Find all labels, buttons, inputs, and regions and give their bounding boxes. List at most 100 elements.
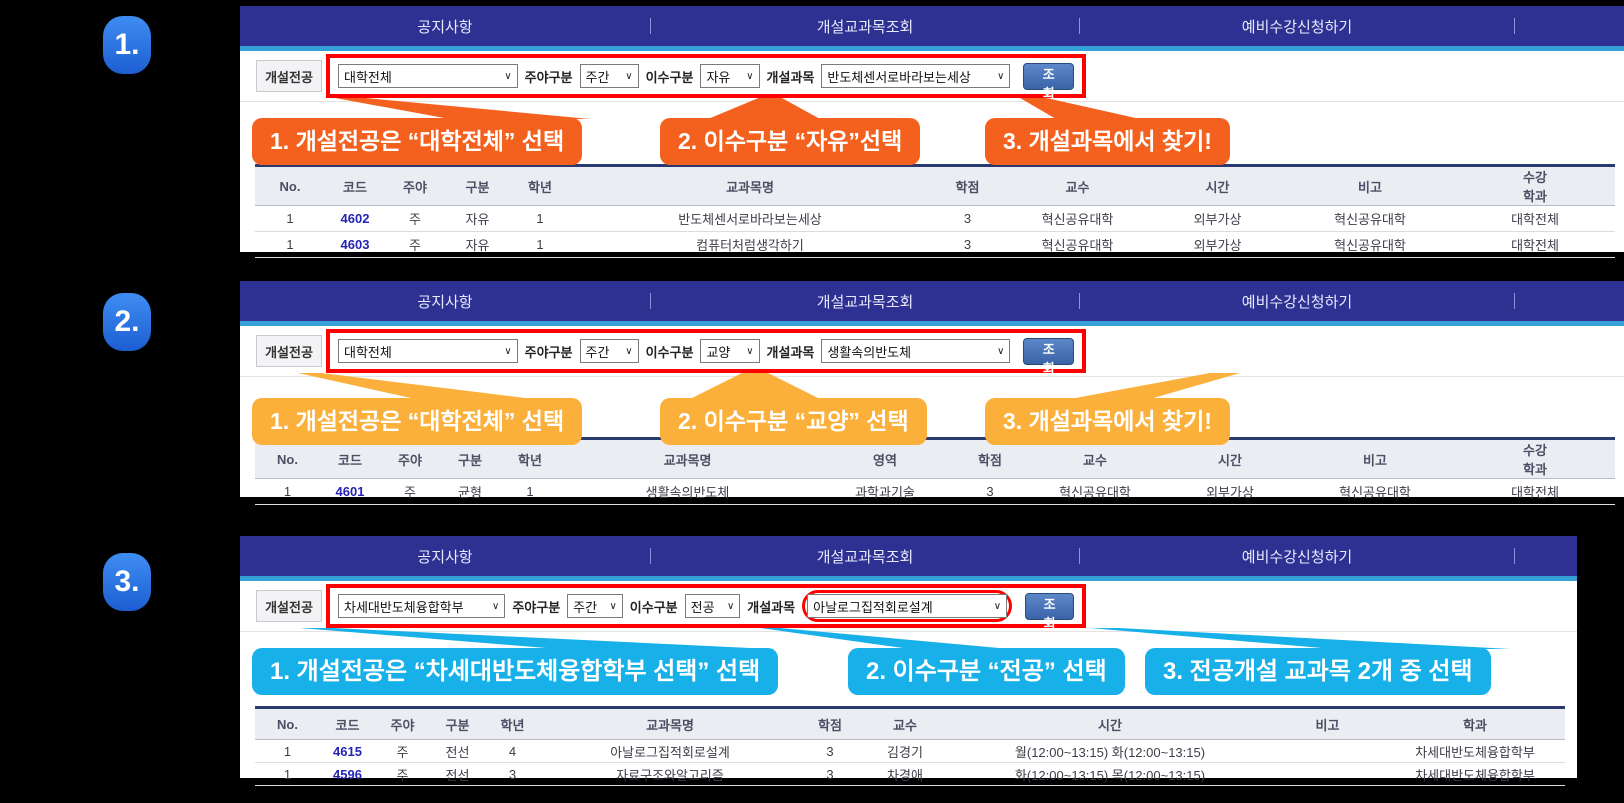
table-cell: 과학과기술 — [815, 479, 955, 505]
table-cell: 혁신공유대학 — [1005, 232, 1150, 258]
nav-separator — [1514, 548, 1515, 564]
major-select[interactable]: 차세대반도체융합학부 ∨ — [338, 594, 505, 618]
table-cell: 균형 — [440, 479, 500, 505]
subject-label: 개설과목 — [747, 597, 795, 616]
daynight-label: 주야구분 — [525, 342, 573, 361]
column-header: 비고 — [1285, 166, 1455, 206]
course-type-label: 이수구분 — [630, 597, 678, 616]
daynight-select[interactable]: 주간 ∨ — [567, 594, 623, 618]
table-cell: 혁신공유대학 — [1025, 479, 1165, 505]
table-cell: 3 — [800, 740, 860, 763]
search-button[interactable]: 조회 — [1023, 338, 1074, 365]
daynight-select[interactable]: 주간 ∨ — [580, 64, 639, 88]
course-code-link[interactable]: 4596 — [320, 763, 375, 786]
nav-item-notice[interactable]: 공지사항 — [240, 16, 650, 37]
table-cell: 혁신공유대학 — [1285, 206, 1455, 232]
table-cell: 주 — [385, 232, 445, 258]
table-cell: 대학전체 — [1455, 479, 1615, 505]
chevron-down-icon: ∨ — [609, 601, 616, 612]
column-header: No. — [255, 708, 320, 740]
nav-item-notice[interactable]: 공지사항 — [240, 546, 650, 567]
filter-row: 개설전공 차세대반도체융합학부 ∨ 주야구분 주간 ∨ 이수구분 전공 ∨ 개설… — [240, 581, 1577, 632]
table-row: 14601주균형1생활속의반도체과학과기술3혁신공유대학외부가상혁신공유대학대학… — [255, 479, 1615, 505]
subject-label: 개설과목 — [767, 67, 815, 86]
nav-item-course-search[interactable]: 개설교과목조회 — [651, 546, 1079, 567]
course-code-link[interactable]: 4615 — [320, 740, 375, 763]
table-cell: 1 — [510, 206, 570, 232]
filter-row: 개설전공 대학전체 ∨ 주야구분 주간 ∨ 이수구분 교양 ∨ 개설과목 생활속… — [240, 326, 1624, 377]
table-cell: 1 — [255, 763, 320, 786]
table-cell: 주 — [375, 763, 430, 786]
column-header: 코드 — [325, 166, 385, 206]
table-cell: 차세대반도체융합학부 — [1385, 763, 1565, 786]
daynight-select-value: 주간 — [586, 342, 610, 361]
course-type-select[interactable]: 자유 ∨ — [700, 64, 759, 88]
major-label: 개설전공 — [256, 335, 322, 367]
table-cell: 김경기 — [860, 740, 950, 763]
top-nav: 공지사항 개설교과목조회 예비수강신청하기 — [240, 6, 1624, 46]
callout-step-3: 3. 개설과목에서 찾기! — [985, 398, 1230, 445]
daynight-label: 주야구분 — [512, 597, 560, 616]
subject-select-value: 아날로그집적회로설계 — [813, 597, 933, 616]
table-cell: 1 — [255, 232, 325, 258]
table-cell: 대학전체 — [1455, 232, 1615, 258]
chevron-down-icon: ∨ — [625, 346, 632, 357]
table-cell: 월(12:00~13:15) 화(12:00~13:15) — [950, 740, 1270, 763]
table-row: 14603주자유1컴퓨터처럼생각하기3혁신공유대학외부가상혁신공유대학대학전체 — [255, 232, 1615, 258]
major-label: 개설전공 — [256, 60, 322, 92]
daynight-select[interactable]: 주간 ∨ — [580, 339, 639, 363]
callout-step-1: 1. 개설전공은 “차세대반도체융합학부 선택” 선택 — [252, 648, 778, 695]
major-select[interactable]: 대학전체 ∨ — [338, 64, 518, 88]
table-cell: 외부가상 — [1150, 206, 1285, 232]
major-select-value: 대학전체 — [344, 67, 392, 86]
column-header: 비고 — [1295, 439, 1455, 479]
nav-item-notice[interactable]: 공지사항 — [240, 291, 650, 312]
nav-item-pre-registration[interactable]: 예비수강신청하기 — [1080, 546, 1514, 567]
course-code-link[interactable]: 4602 — [325, 206, 385, 232]
nav-item-course-search[interactable]: 개설교과목조회 — [651, 16, 1079, 37]
search-button[interactable]: 조회 — [1025, 593, 1074, 620]
course-code-link[interactable]: 4601 — [320, 479, 380, 505]
table-cell: 3 — [955, 479, 1025, 505]
daynight-select-value: 주간 — [573, 597, 597, 616]
course-type-select[interactable]: 전공 ∨ — [685, 594, 741, 618]
nav-item-course-search[interactable]: 개설교과목조회 — [651, 291, 1079, 312]
search-button[interactable]: 조회 — [1023, 63, 1074, 90]
table-cell: 1 — [255, 740, 320, 763]
table-cell: 대학전체 — [1455, 206, 1615, 232]
nav-separator — [1514, 18, 1515, 34]
subject-select[interactable]: 생활속의반도체 ∨ — [821, 339, 1010, 363]
table-cell: 반도체센서로바라보는세상 — [570, 206, 930, 232]
course-search-panel-1: 공지사항 개설교과목조회 예비수강신청하기 개설전공 대학전체 ∨ 주야구분 주… — [240, 6, 1624, 252]
column-header: 수강 학과 — [1455, 439, 1615, 479]
table-cell: 3 — [800, 763, 860, 786]
table-cell: 혁신공유대학 — [1295, 479, 1455, 505]
callout-step-2: 2. 이수구분 “전공” 선택 — [848, 648, 1125, 695]
table-cell: 3 — [930, 232, 1005, 258]
column-header: 수강 학과 — [1455, 166, 1615, 206]
major-select-value: 차세대반도체융합학부 — [344, 597, 464, 616]
daynight-label: 주야구분 — [525, 67, 573, 86]
table-cell: 컴퓨터처럼생각하기 — [570, 232, 930, 258]
table-cell: 혁신공유대학 — [1005, 206, 1150, 232]
table-cell: 외부가상 — [1150, 232, 1285, 258]
subject-select[interactable]: 반도체센서로바라보는세상 ∨ — [821, 64, 1010, 88]
subject-select[interactable]: 아날로그집적회로설계 ∨ — [807, 594, 1007, 618]
course-code-link[interactable]: 4603 — [325, 232, 385, 258]
table-cell: 1 — [255, 479, 320, 505]
subject-label: 개설과목 — [767, 342, 815, 361]
table-cell — [1270, 763, 1385, 786]
nav-item-pre-registration[interactable]: 예비수강신청하기 — [1080, 291, 1514, 312]
column-header: 시간 — [950, 708, 1270, 740]
course-type-select[interactable]: 교양 ∨ — [700, 339, 759, 363]
highlight-red-box: 대학전체 ∨ 주야구분 주간 ∨ 이수구분 자유 ∨ 개설과목 반도체센서로바라… — [326, 54, 1086, 98]
filter-row: 개설전공 대학전체 ∨ 주야구분 주간 ∨ 이수구분 자유 ∨ 개설과목 반도체… — [240, 51, 1624, 102]
table-cell: 전선 — [430, 740, 485, 763]
major-select[interactable]: 대학전체 ∨ — [338, 339, 518, 363]
top-nav: 공지사항 개설교과목조회 예비수강신청하기 — [240, 536, 1577, 576]
table-cell: 화(12:00~13:15) 목(12:00~13:15) — [950, 763, 1270, 786]
table-cell: 생활속의반도체 — [560, 479, 815, 505]
nav-item-pre-registration[interactable]: 예비수강신청하기 — [1080, 16, 1514, 37]
highlight-red-box: 차세대반도체융합학부 ∨ 주야구분 주간 ∨ 이수구분 전공 ∨ 개설과목 아날… — [326, 584, 1086, 628]
table-cell: 차경애 — [860, 763, 950, 786]
